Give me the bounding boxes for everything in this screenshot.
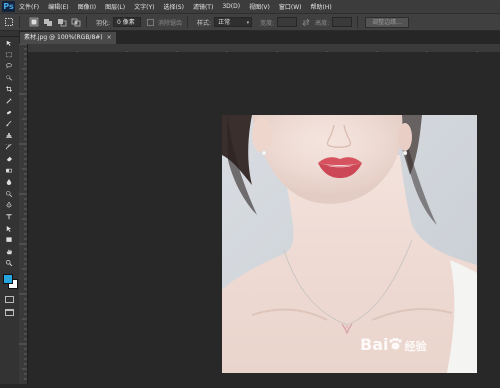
color-swatches xyxy=(0,271,19,293)
path-select-tool-icon xyxy=(6,225,12,232)
document-tab[interactable]: 素材.jpg @ 100%(RGB/8#) × xyxy=(20,32,116,44)
blur-tool-button[interactable] xyxy=(0,176,19,188)
marquee-preset-icon[interactable] xyxy=(4,17,14,27)
baidu-watermark: Bai 经验 xyxy=(360,335,426,354)
quick-select-tool-button[interactable] xyxy=(0,72,19,84)
healing-brush-tool-button[interactable] xyxy=(0,107,19,119)
document-tab-title: 素材.jpg @ 100%(RGB/8#) xyxy=(24,34,103,41)
paw-icon xyxy=(388,336,403,350)
move-tool-icon xyxy=(6,40,12,46)
hand-tool-icon xyxy=(6,249,12,254)
menu-filter[interactable]: 滤镜(T) xyxy=(193,2,213,11)
crop-tool-icon xyxy=(6,86,12,93)
dodge-tool-button[interactable] xyxy=(0,188,19,200)
style-select-value: 正常 xyxy=(218,19,231,26)
document-image[interactable] xyxy=(222,115,477,373)
brush-tool-button[interactable] xyxy=(0,118,19,130)
history-brush-tool-icon xyxy=(5,144,12,150)
menu-view[interactable]: 视图(V) xyxy=(249,2,270,11)
pen-tool-button[interactable] xyxy=(0,199,19,211)
width-input[interactable] xyxy=(277,17,298,27)
eyedropper-tool-icon xyxy=(6,98,12,104)
style-select[interactable]: 正常 ▾ xyxy=(214,17,253,27)
menu-select[interactable]: 选择(S) xyxy=(163,2,184,11)
antialias-checkbox[interactable] xyxy=(147,18,155,26)
watermark-suffix: 经验 xyxy=(404,340,427,353)
history-brush-tool-button[interactable] xyxy=(0,141,19,153)
options-bar: 羽化: 0 像素 消除锯齿 样式: 正常 ▾ 宽度: 高度: 调整边缘... xyxy=(0,13,500,31)
foreground-color-swatch[interactable] xyxy=(3,273,13,284)
menu-type[interactable]: 文字(Y) xyxy=(134,2,154,11)
gradient-tool-icon xyxy=(6,168,12,172)
menu-window[interactable]: 窗口(W) xyxy=(279,2,302,11)
menu-help[interactable]: 帮助(H) xyxy=(311,2,332,11)
quick-mask-button[interactable] xyxy=(5,295,14,303)
menu-file[interactable]: 文件(F) xyxy=(19,2,39,11)
menu-image[interactable]: 图像(I) xyxy=(78,2,96,11)
path-select-tool-button[interactable] xyxy=(0,223,19,235)
add-selection-icon[interactable] xyxy=(43,17,53,27)
healing-brush-tool-icon xyxy=(6,110,12,114)
height-input[interactable] xyxy=(332,17,353,27)
clone-stamp-tool-icon xyxy=(6,132,12,138)
blur-tool-icon xyxy=(6,179,12,186)
divider xyxy=(86,16,87,28)
menu-bar: Ps 文件(F) 编辑(E) 图像(I) 图层(L) 文字(Y) 选择(S) 滤… xyxy=(0,0,500,13)
gradient-tool-button[interactable] xyxy=(0,165,19,177)
feather-label: 羽化: xyxy=(96,19,111,27)
watermark-brand: Bai xyxy=(360,335,389,354)
feather-input[interactable]: 0 像素 xyxy=(113,17,142,27)
refine-edge-button[interactable]: 调整边缘... xyxy=(365,16,409,28)
crop-tool-button[interactable] xyxy=(0,83,19,95)
hand-tool-button[interactable] xyxy=(0,246,19,258)
photoshop-logo: Ps xyxy=(2,1,15,12)
eyedropper-tool-button[interactable] xyxy=(0,95,19,107)
divider xyxy=(357,16,359,28)
style-label: 样式: xyxy=(197,19,212,27)
close-icon[interactable]: × xyxy=(107,34,112,41)
brush-tool-icon xyxy=(6,121,12,127)
width-label: 宽度: xyxy=(260,19,275,27)
zoom-tool-icon xyxy=(6,260,13,267)
new-selection-icon[interactable] xyxy=(29,17,39,27)
toolbox xyxy=(0,31,20,384)
screen-mode-button[interactable] xyxy=(5,308,14,316)
menu-layer[interactable]: 图层(L) xyxy=(105,2,125,11)
quick-select-tool-icon xyxy=(6,75,13,81)
subtract-selection-icon[interactable] xyxy=(57,17,67,27)
shape-tool-button[interactable] xyxy=(0,234,19,246)
menu-edit[interactable]: 编辑(E) xyxy=(48,2,68,11)
type-tool-button[interactable] xyxy=(0,211,19,223)
vertical-ruler-ticks xyxy=(19,43,27,380)
clone-stamp-tool-button[interactable] xyxy=(0,130,19,142)
zoom-tool-button[interactable] xyxy=(0,257,19,269)
eraser-tool-button[interactable] xyxy=(0,153,19,165)
height-label: 高度: xyxy=(315,19,330,27)
vertical-ruler xyxy=(19,43,28,384)
antialias-label: 消除锯齿 xyxy=(158,19,183,27)
document-tab-bar: 素材.jpg @ 100%(RGB/8#) × xyxy=(19,31,500,44)
swap-icon[interactable] xyxy=(301,17,311,27)
pen-tool-icon xyxy=(6,202,12,208)
marquee-tool-icon xyxy=(6,51,12,57)
dodge-tool-icon xyxy=(6,190,13,197)
divider xyxy=(187,16,189,28)
lasso-tool-icon xyxy=(6,63,12,69)
lasso-tool-button[interactable] xyxy=(0,60,19,72)
eraser-tool-icon xyxy=(6,156,12,162)
menu-3d[interactable]: 3D(D) xyxy=(222,3,240,10)
divider xyxy=(19,16,20,28)
marquee-tool-button[interactable] xyxy=(0,49,19,61)
intersect-selection-icon[interactable] xyxy=(71,17,81,27)
chevron-down-icon: ▾ xyxy=(246,20,250,26)
shape-tool-icon xyxy=(6,237,12,242)
type-tool-icon xyxy=(6,214,12,220)
move-tool-button[interactable] xyxy=(0,37,19,49)
portrait-photo xyxy=(222,115,477,373)
